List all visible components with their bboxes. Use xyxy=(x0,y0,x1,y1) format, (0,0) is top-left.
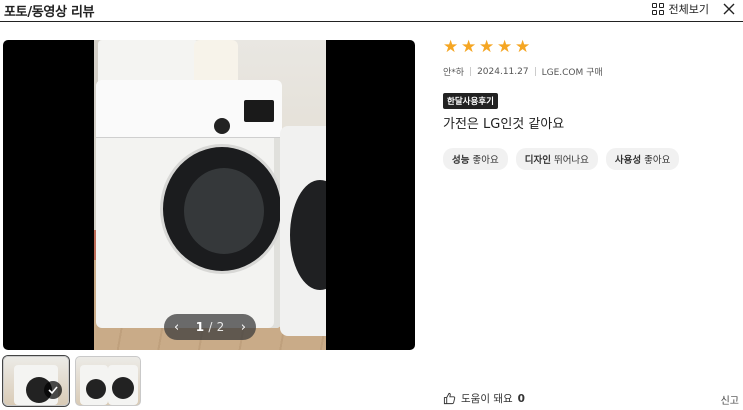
star-icon: ★ xyxy=(443,37,459,57)
review-type-badge: 한달사용후기 xyxy=(443,93,498,109)
review-photo xyxy=(94,40,326,350)
modal-header: 포토/동영상 리뷰 전체보기 xyxy=(0,0,743,22)
thumbnail-2[interactable] xyxy=(75,356,141,406)
photo-pager: ‹ 1 / 2 › xyxy=(164,314,256,340)
helpful-label: 도움이 돼요 xyxy=(461,393,513,405)
report-button[interactable]: 신고 xyxy=(721,392,739,407)
review-content: 가전은 LG인것 같아요 xyxy=(443,117,565,132)
grid-icon xyxy=(651,3,664,15)
thumbnail-1[interactable] xyxy=(3,356,69,406)
star-icon: ★ xyxy=(515,37,531,57)
view-all-label: 전체보기 xyxy=(668,3,709,16)
star-rating: ★ ★ ★ ★ ★ xyxy=(443,37,531,57)
page-title: 포토/동영상 리뷰 xyxy=(4,5,95,20)
purchase-source: LGE.COM 구매 xyxy=(541,68,603,78)
thumbs-up-icon xyxy=(443,392,456,405)
check-icon xyxy=(44,381,62,399)
chevron-right-icon[interactable]: › xyxy=(241,320,246,335)
tag-design: 디자인 뛰어나요 xyxy=(515,148,598,170)
review-date: 2024.11.27 xyxy=(477,66,529,77)
star-icon: ★ xyxy=(497,37,513,57)
review-author: 안*하 xyxy=(443,68,465,78)
close-icon[interactable] xyxy=(721,1,737,17)
page-counter: 1 / 2 xyxy=(195,320,225,334)
tag-usability: 사용성 좋아요 xyxy=(605,148,680,170)
star-icon: ★ xyxy=(461,37,477,57)
view-all-button[interactable]: 전체보기 xyxy=(651,1,709,17)
helpful-button[interactable]: 도움이 돼요 0 xyxy=(443,391,525,406)
chevron-left-icon[interactable]: ‹ xyxy=(174,320,179,335)
star-icon: ★ xyxy=(479,37,495,57)
photo-viewer: ‹ 1 / 2 › xyxy=(3,40,415,350)
helpful-count: 0 xyxy=(517,392,525,405)
review-tags: 성능 좋아요 디자인 뛰어나요 사용성 좋아요 xyxy=(443,148,680,170)
review-meta: 안*하 2024.11.27 LGE.COM 구매 xyxy=(443,65,603,79)
tag-performance: 성능 좋아요 xyxy=(443,148,508,170)
